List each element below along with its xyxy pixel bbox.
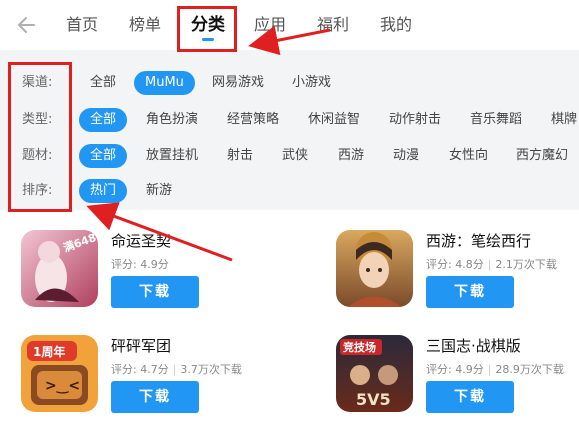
chip-theme-idle[interactable]: 放置挂机 — [146, 144, 198, 168]
download-button[interactable]: 下载 — [426, 381, 514, 413]
chip-type-all[interactable]: 全部 — [79, 108, 128, 132]
tab-ranking[interactable]: 榜单 — [129, 14, 161, 36]
mingyun-shengqi-icon[interactable]: 满648 — [21, 230, 98, 307]
app-meta: 评分: 4.8分 | 2.1万次下载 — [426, 258, 557, 271]
xiyou-bihui-icon[interactable] — [336, 230, 413, 307]
chip-theme-all[interactable]: 全部 — [79, 144, 128, 168]
chip-theme-anime[interactable]: 动漫 — [393, 144, 419, 168]
app-rating: 评分: 4.9分 — [111, 258, 169, 271]
chip-channel-netease[interactable]: 网易游戏 — [212, 71, 264, 95]
chip-theme-western-fantasy[interactable]: 西方魔幻 — [516, 144, 568, 168]
app-name: 三国志·战棋版 — [426, 337, 521, 355]
app-card[interactable]: 满648 命运圣契 评分: 4.9分 下载 — [21, 230, 301, 320]
tab-apps[interactable]: 应用 — [254, 14, 286, 36]
app-card[interactable]: >‿< 1周年 砰砰军团 评分: 4.7分 | 3.7万次下载 下载 — [21, 335, 301, 425]
app-card[interactable]: 竞技场 5V5 三国志·战棋版 评分: 4.9分 | 28.9万次下载 下载 — [336, 335, 579, 425]
chip-type-strategy[interactable]: 经营策略 — [227, 108, 279, 132]
chip-channel-all[interactable]: 全部 — [90, 71, 116, 95]
svg-text:竞技场: 竞技场 — [343, 340, 376, 354]
chip-channel-minigame[interactable]: 小游戏 — [292, 71, 331, 95]
download-button[interactable]: 下载 — [111, 276, 199, 308]
filter-panel: 渠道: 全部 MuMu 网易游戏 小游戏 类型: 全部 角色扮演 经营策略 休闲… — [0, 50, 579, 210]
tab-mine[interactable]: 我的 — [380, 14, 412, 36]
chip-theme-wuxia[interactable]: 武侠 — [282, 144, 308, 168]
filter-row-type: 类型: 全部 角色扮演 经营策略 休闲益智 动作射击 音乐舞蹈 棋牌 — [0, 108, 579, 132]
chip-theme-xiyou[interactable]: 西游 — [338, 144, 364, 168]
chip-sort-hot[interactable]: 热门 — [79, 179, 128, 203]
chip-channel-mumu[interactable]: MuMu — [134, 71, 195, 95]
tab-welfare[interactable]: 福利 — [317, 14, 349, 36]
app-grid: 满648 命运圣契 评分: 4.9分 下载 西游：笔绘西行 评分: 4.8分 | 2… — [0, 210, 579, 429]
chip-type-card[interactable]: 棋牌 — [551, 108, 577, 132]
chip-type-action[interactable]: 动作射击 — [389, 108, 441, 132]
chip-theme-female[interactable]: 女性向 — [449, 144, 488, 168]
download-button[interactable]: 下载 — [426, 276, 514, 308]
back-arrow-icon[interactable] — [16, 14, 38, 36]
filter-row-sort: 排序: 热门 新游 — [0, 179, 579, 203]
app-meta: 评分: 4.7分 | 3.7万次下载 — [111, 363, 242, 376]
annotation-box-category-tab — [177, 6, 237, 52]
svg-text:>‿<: >‿< — [45, 378, 80, 394]
filter-row-theme: 题材: 全部 放置挂机 射击 武侠 西游 动漫 女性向 西方魔幻 — [0, 144, 579, 168]
chip-type-casual[interactable]: 休闲益智 — [308, 108, 360, 132]
annotation-box-filter-labels — [8, 62, 72, 212]
filter-row-channel: 渠道: 全部 MuMu 网易游戏 小游戏 — [0, 71, 579, 95]
svg-text:5V5: 5V5 — [356, 390, 391, 409]
download-button[interactable]: 下载 — [111, 381, 199, 413]
chip-type-music[interactable]: 音乐舞蹈 — [470, 108, 522, 132]
top-nav-bar: 首页 榜单 分类 应用 福利 我的 — [0, 0, 579, 50]
svg-text:1周年: 1周年 — [33, 344, 65, 359]
tab-home[interactable]: 首页 — [66, 14, 98, 36]
app-name: 命运圣契 — [111, 232, 172, 250]
sanguozhi-zhanqi-icon[interactable]: 竞技场 5V5 — [336, 335, 413, 412]
app-card[interactable]: 西游：笔绘西行 评分: 4.8分 | 2.1万次下载 下载 — [336, 230, 579, 320]
app-name: 砰砰军团 — [111, 337, 172, 355]
chip-theme-shooter[interactable]: 射击 — [227, 144, 253, 168]
chip-sort-new[interactable]: 新游 — [146, 179, 172, 203]
app-meta: 评分: 4.9分 | 28.9万次下载 — [426, 363, 564, 376]
chip-type-rpg[interactable]: 角色扮演 — [146, 108, 198, 132]
pengpeng-juntuan-icon[interactable]: >‿< 1周年 — [21, 335, 98, 412]
app-name: 西游：笔绘西行 — [426, 232, 532, 250]
